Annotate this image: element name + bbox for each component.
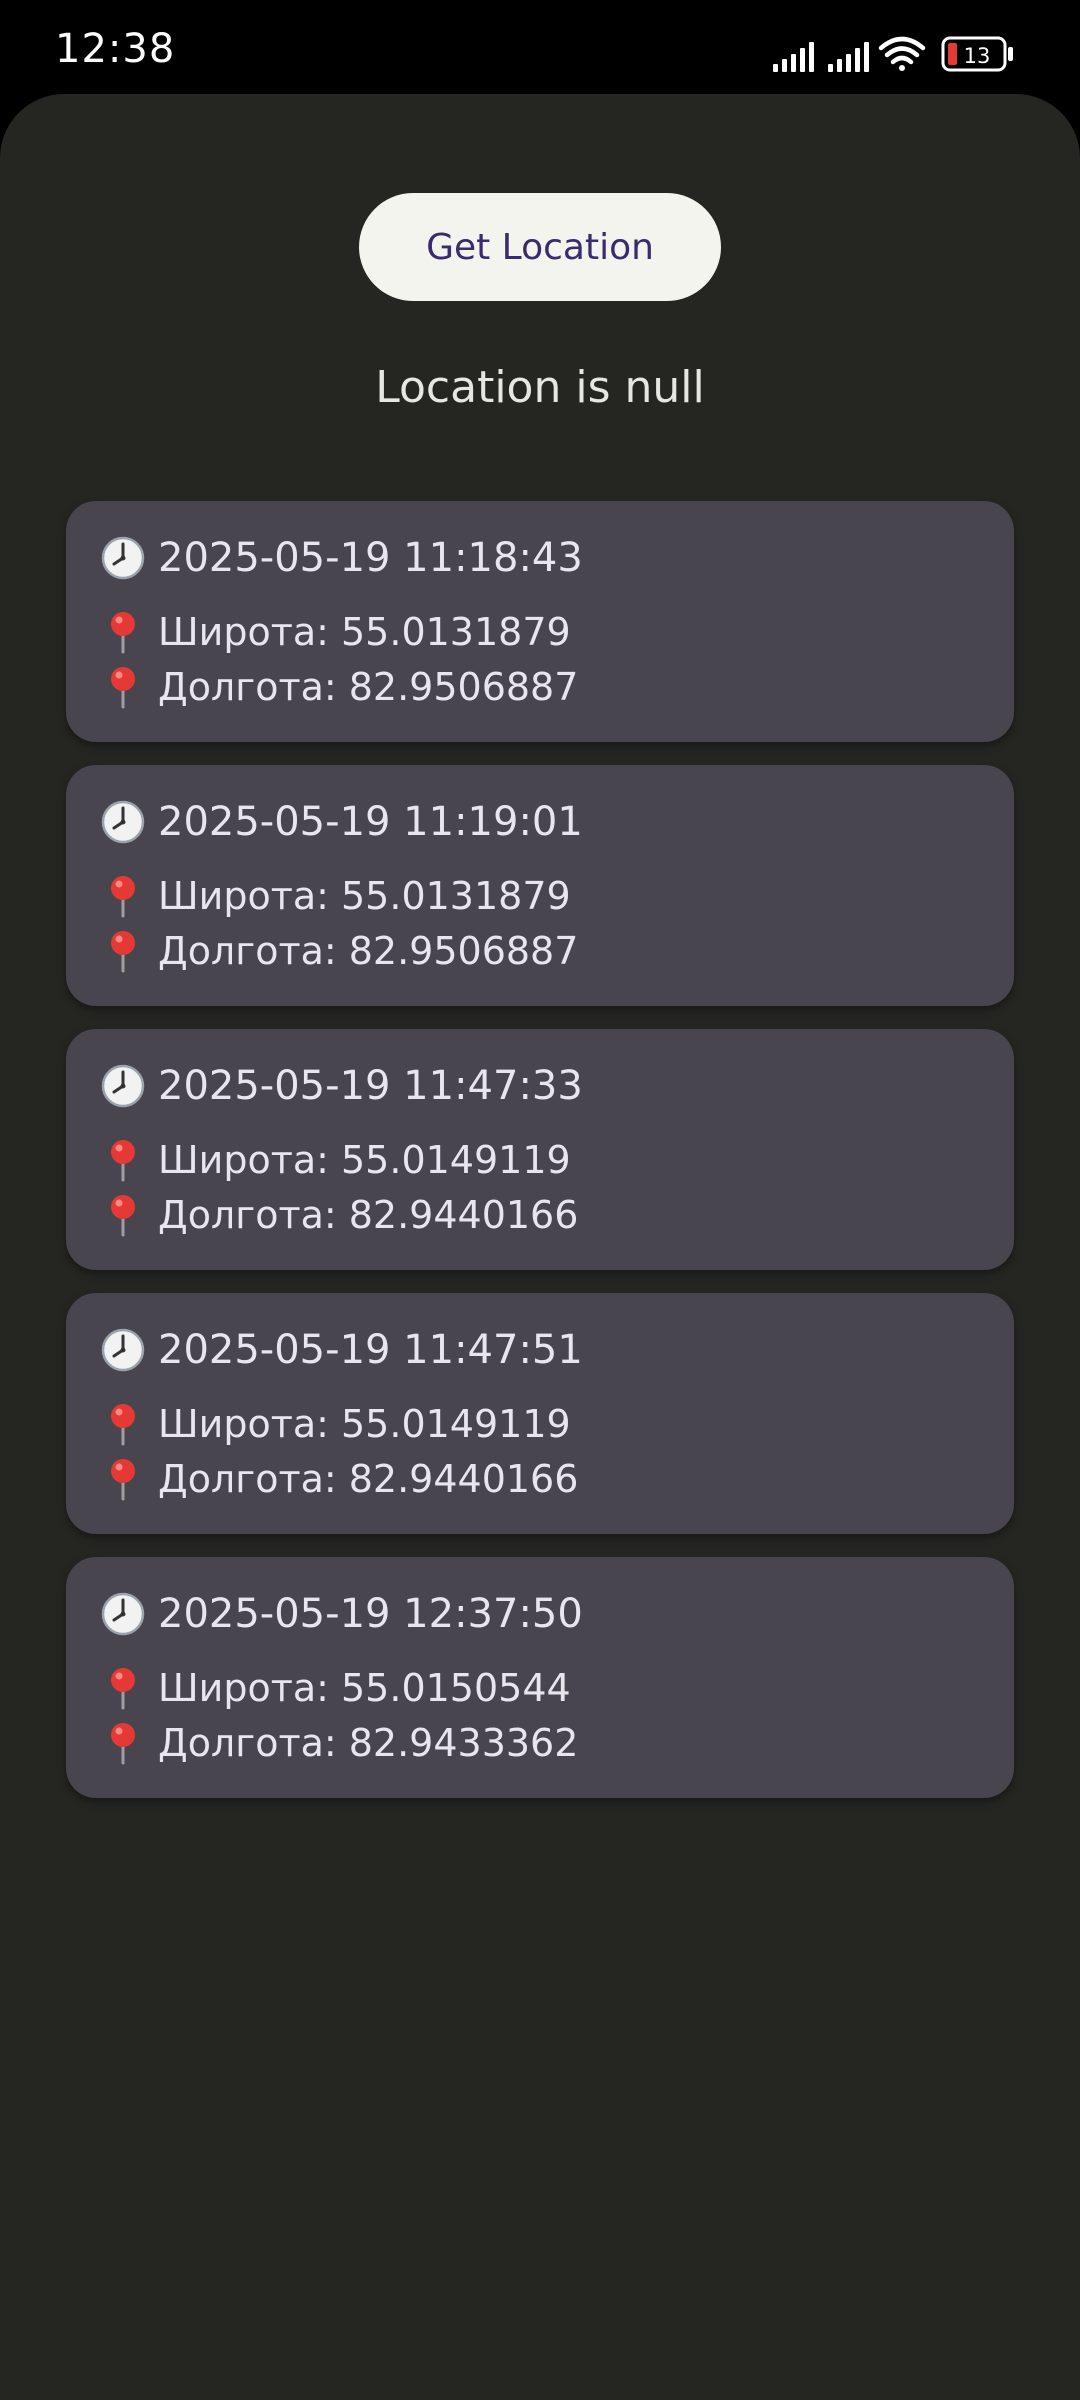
card-latitude: Широта: 55.0131879 xyxy=(158,874,571,918)
card-timestamp: 2025-05-19 11:47:51 xyxy=(158,1327,583,1373)
card-longitude-row: Долгота: 82.9506887 xyxy=(100,928,578,974)
card-timestamp: 2025-05-19 11:19:01 xyxy=(158,799,583,845)
card-latitude: Широта: 55.0131879 xyxy=(158,610,571,654)
card-time-row: 2025-05-19 11:19:01 xyxy=(100,799,583,845)
clock-icon xyxy=(100,535,146,581)
card-time-row: 2025-05-19 11:47:51 xyxy=(100,1327,583,1373)
card-longitude-row: Долгота: 82.9440166 xyxy=(100,1192,578,1238)
card-latitude: Широта: 55.0149119 xyxy=(158,1402,571,1446)
location-card: 2025-05-19 11:47:51 Широта: 55.0149119 Д… xyxy=(66,1293,1014,1534)
cellular-signal-1-icon xyxy=(773,42,814,72)
card-latitude-row: Широта: 55.0131879 xyxy=(100,873,571,919)
pin-icon xyxy=(100,928,146,974)
card-longitude-row: Долгота: 82.9440166 xyxy=(100,1456,578,1502)
card-latitude-row: Широта: 55.0131879 xyxy=(100,609,571,655)
pin-icon xyxy=(100,1665,146,1711)
card-time-row: 2025-05-19 12:37:50 xyxy=(100,1591,583,1637)
battery-icon: 13 xyxy=(941,36,1013,72)
location-card: 2025-05-19 11:18:43 Широта: 55.0131879 Д… xyxy=(66,501,1014,742)
card-time-row: 2025-05-19 11:18:43 xyxy=(100,535,583,581)
cellular-signal-2-icon xyxy=(828,42,869,72)
clock-icon xyxy=(100,1591,146,1637)
status-time: 12:38 xyxy=(55,26,176,72)
card-timestamp: 2025-05-19 11:18:43 xyxy=(158,535,583,581)
app-screen: Get Location Location is null 2025-05-19… xyxy=(0,94,1080,2400)
get-location-button[interactable]: Get Location xyxy=(359,193,721,301)
clock-icon xyxy=(100,799,146,845)
clock-icon xyxy=(100,1327,146,1373)
card-longitude-row: Долгота: 82.9506887 xyxy=(100,664,578,710)
pin-icon xyxy=(100,1456,146,1502)
location-card: 2025-05-19 11:47:33 Широта: 55.0149119 Д… xyxy=(66,1029,1014,1270)
card-longitude: Долгота: 82.9506887 xyxy=(158,665,579,709)
card-timestamp: 2025-05-19 11:47:33 xyxy=(158,1063,583,1109)
pin-icon xyxy=(100,664,146,710)
location-history-list: 2025-05-19 11:18:43 Широта: 55.0131879 Д… xyxy=(66,501,1014,1821)
card-latitude-row: Широта: 55.0149119 xyxy=(100,1137,571,1183)
card-longitude: Долгота: 82.9440166 xyxy=(158,1457,579,1501)
pin-icon xyxy=(100,609,146,655)
card-time-row: 2025-05-19 11:47:33 xyxy=(100,1063,583,1109)
battery-level: 13 xyxy=(964,44,991,68)
card-longitude: Долгота: 82.9440166 xyxy=(158,1193,579,1237)
pin-icon xyxy=(100,1137,146,1183)
status-bar: 12:38 13 xyxy=(0,0,1080,100)
location-card: 2025-05-19 11:19:01 Широта: 55.0131879 Д… xyxy=(66,765,1014,1006)
card-latitude: Широта: 55.0150544 xyxy=(158,1666,571,1710)
card-latitude-row: Широта: 55.0149119 xyxy=(100,1401,571,1447)
wifi-icon xyxy=(878,36,926,71)
card-timestamp: 2025-05-19 12:37:50 xyxy=(158,1591,583,1637)
status-icons-svg: 13 xyxy=(773,36,1013,72)
pin-icon xyxy=(100,1720,146,1766)
card-longitude-row: Долгота: 82.9433362 xyxy=(100,1720,578,1766)
pin-icon xyxy=(100,1192,146,1238)
pin-icon xyxy=(100,1401,146,1447)
card-latitude-row: Широта: 55.0150544 xyxy=(100,1665,571,1711)
card-longitude: Долгота: 82.9433362 xyxy=(158,1721,579,1765)
clock-icon xyxy=(100,1063,146,1109)
card-latitude: Широта: 55.0149119 xyxy=(158,1138,571,1182)
location-status-text: Location is null xyxy=(375,362,705,413)
pin-icon xyxy=(100,873,146,919)
location-card: 2025-05-19 12:37:50 Широта: 55.0150544 Д… xyxy=(66,1557,1014,1798)
status-icons: 13 xyxy=(773,34,1018,74)
card-longitude: Долгота: 82.9506887 xyxy=(158,929,579,973)
